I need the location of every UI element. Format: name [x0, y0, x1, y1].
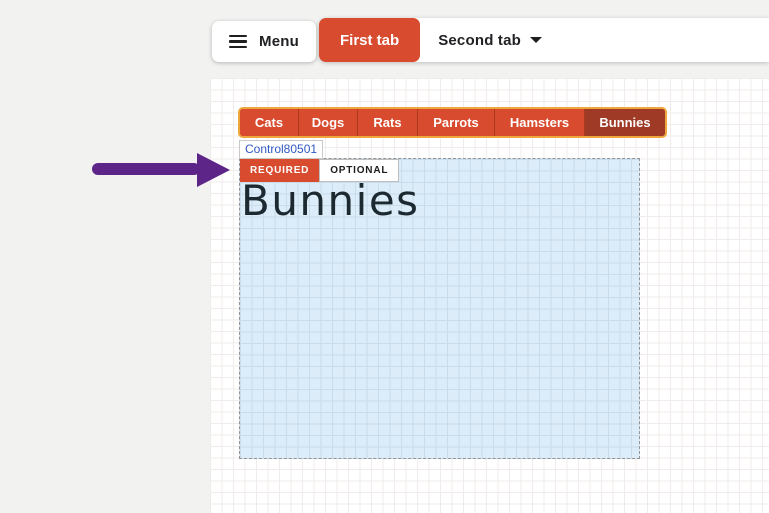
pet-tab-hamsters[interactable]: Hamsters	[495, 109, 585, 136]
pet-tab-dogs[interactable]: Dogs	[299, 109, 358, 136]
tab-second[interactable]: Second tab	[438, 32, 542, 49]
menu-button-label: Menu	[259, 33, 299, 50]
pet-tab-parrots[interactable]: Parrots	[418, 109, 495, 136]
pet-tab-cats[interactable]: Cats	[240, 109, 299, 136]
pet-tab-bunnies[interactable]: Bunnies	[585, 109, 665, 136]
annotation-arrow-icon	[197, 153, 230, 187]
pet-tab-rats[interactable]: Rats	[358, 109, 418, 136]
designer-page: Menu First tab Second tab Cats Dogs Rats…	[0, 0, 769, 513]
annotation-arrow-tail	[92, 163, 200, 175]
menu-button[interactable]: Menu	[212, 21, 316, 62]
tab-first-label: First tab	[340, 32, 399, 49]
hamburger-icon	[229, 35, 247, 49]
tab-second-label: Second tab	[438, 32, 521, 49]
chevron-down-icon	[530, 37, 542, 43]
tab-first[interactable]: First tab	[319, 18, 420, 62]
control-id-label[interactable]: Control80501	[239, 140, 323, 159]
pet-tab-bar: Cats Dogs Rats Parrots Hamsters Bunnies	[238, 107, 667, 138]
bunnies-heading[interactable]: Bunnies	[241, 180, 420, 222]
top-tabstrip: First tab Second tab	[319, 18, 769, 62]
